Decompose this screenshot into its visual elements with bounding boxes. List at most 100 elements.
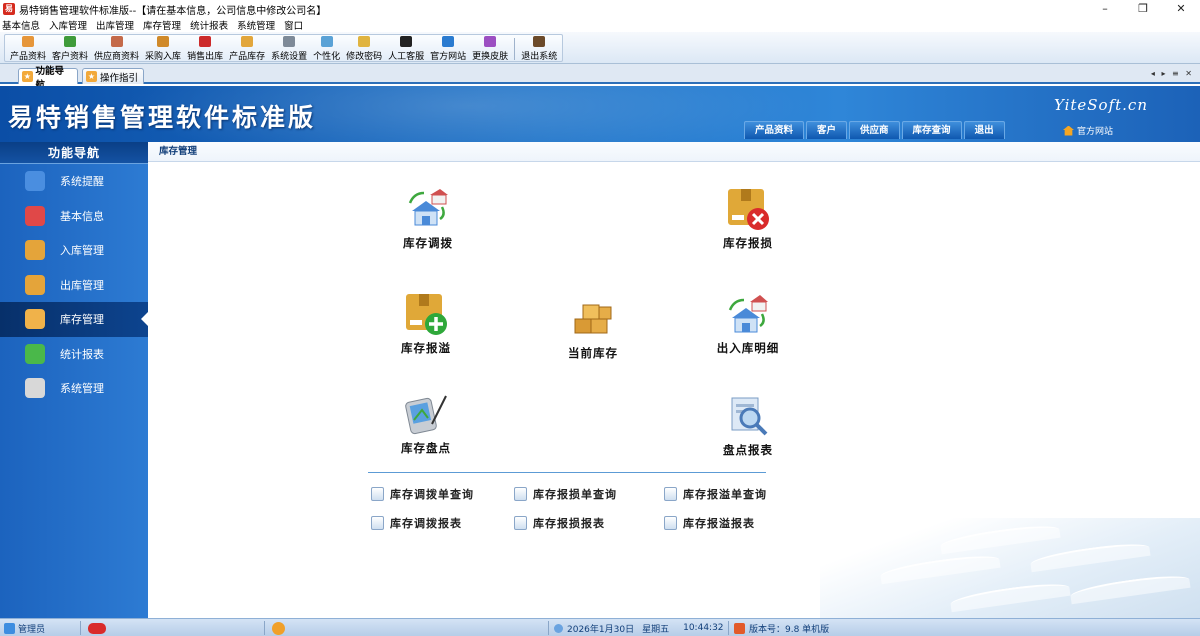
toolbar-button[interactable]: 修改密码: [343, 35, 385, 62]
toolbar-label: 客户资料: [52, 52, 89, 62]
toolbar-button[interactable]: 产品库存: [226, 35, 268, 62]
tab-function-nav[interactable]: ★ 功能导航: [18, 66, 78, 91]
toolbar-button[interactable]: 销售出库: [184, 35, 226, 62]
toolbar-button[interactable]: 官方网站: [427, 35, 469, 62]
document-icon: [371, 487, 384, 501]
link-label: 库存报溢单查询: [683, 488, 767, 501]
link-label: 库存调拨报表: [390, 517, 462, 530]
toolbar-label: 产品库存: [229, 52, 266, 62]
sidebar-item-label: 出库管理: [60, 278, 104, 292]
support-icon: [272, 621, 285, 635]
toolbar-icon: [22, 36, 34, 47]
toolbar-button[interactable]: 人工客服: [385, 35, 427, 62]
toolbar-button[interactable]: 更换皮肤: [469, 35, 511, 62]
minimize-button[interactable]: –: [1086, 0, 1124, 18]
report-icon: [664, 516, 677, 530]
sidebar-item-icon: [25, 171, 45, 192]
sidebar-item[interactable]: 入库管理: [0, 233, 148, 268]
toolbar-label: 采购入库: [145, 52, 182, 62]
tab-strip: ★ 功能导航 ★ 操作指引 ◂ ▸ ≡ ✕: [0, 64, 1200, 91]
menu-window[interactable]: 窗口: [284, 18, 303, 32]
func-stock-overflow[interactable]: 库存报溢: [376, 292, 476, 356]
status-datetime: 2026年1月30日 星期五 10:44:32: [554, 621, 724, 635]
sidebar-item-icon: [25, 343, 45, 364]
header-banner: 易特销售管理软件标准版 YiteSoft.cn 产品资料 客户 供应商 库存查询…: [0, 86, 1200, 142]
tab-icon: ★: [22, 71, 33, 82]
toolbar-icon: [283, 36, 296, 47]
boxes-stack-icon: [571, 297, 615, 341]
func-label: 库存盘点: [401, 441, 451, 455]
link-loss-query[interactable]: 库存报损单查询: [514, 486, 617, 502]
menu-basic-info[interactable]: 基本信息: [2, 18, 40, 32]
menu-inventory[interactable]: 库存管理: [143, 18, 181, 32]
toolbar-button[interactable]: 个性化: [310, 35, 343, 62]
status-user: 管理员: [4, 621, 45, 635]
sidebar-item-label: 统计报表: [60, 347, 104, 361]
func-current-stock[interactable]: 当前库存: [543, 297, 643, 361]
sidebar-item-icon: [25, 378, 45, 399]
toolbar-icon: [64, 36, 77, 47]
toolbar-label: 修改密码: [346, 52, 383, 62]
toolbar-button[interactable]: 采购入库: [142, 35, 184, 62]
func-inout-detail[interactable]: 出入库明细: [698, 292, 798, 356]
window-titlebar: 易 易特销售管理软件标准版--【请在基本信息，公司信息中修改公司名】 – ❐ ✕: [0, 0, 1200, 18]
sidebar-item[interactable]: 系统管理: [0, 371, 148, 406]
toolbar-button[interactable]: 供应商资料: [91, 35, 142, 62]
func-stock-check[interactable]: 库存盘点: [376, 392, 476, 456]
func-label: 库存报溢: [401, 341, 451, 355]
toolbar-icon: [358, 36, 371, 47]
link-transfer-report[interactable]: 库存调拨报表: [371, 515, 462, 531]
sidebar-item[interactable]: 库存管理: [0, 302, 148, 337]
menu-bar: 基本信息 入库管理 出库管理 库存管理 统计报表 系统管理 窗口: [0, 18, 1200, 32]
quick-nav-suppliers[interactable]: 供应商: [849, 121, 900, 139]
func-check-report[interactable]: 盘点报表: [698, 394, 798, 458]
tab-scroll-controls[interactable]: ◂ ▸ ≡ ✕: [1151, 69, 1194, 78]
quick-nav: 产品资料 客户 供应商 库存查询 退出: [744, 121, 1007, 139]
sidebar-item[interactable]: 统计报表: [0, 337, 148, 372]
quick-nav-stock-query[interactable]: 库存查询: [901, 121, 962, 139]
vip-icon: [88, 622, 106, 634]
sidebar-item[interactable]: 基本信息: [0, 199, 148, 234]
link-overflow-report[interactable]: 库存报溢报表: [664, 515, 755, 531]
menu-system[interactable]: 系统管理: [237, 18, 275, 32]
restore-button[interactable]: ❐: [1124, 0, 1162, 18]
toolbar-group: 产品资料 客户资料 供应商资料 采购入库 销售出库 产品库存 系统设置 个性化 修改密码 人工客服…: [4, 34, 564, 62]
vip-badge[interactable]: [88, 621, 106, 635]
clock-icon: [554, 623, 563, 633]
support-badge[interactable]: [272, 621, 285, 635]
link-loss-report[interactable]: 库存报损报表: [514, 515, 605, 531]
link-overflow-query[interactable]: 库存报溢单查询: [664, 486, 767, 502]
tab-guide[interactable]: ★ 操作指引: [82, 68, 144, 84]
main-panel: 库存管理 库存调拨 库存报损 库存报溢 当前库存 出入库明细 库存盘点 盘点报表…: [148, 142, 1200, 618]
close-button[interactable]: ✕: [1162, 0, 1200, 18]
link-transfer-query[interactable]: 库存调拨单查询: [371, 486, 474, 502]
sidebar-items: 系统提醒 基本信息 入库管理出库管理库存管理统计报表系统管理: [0, 164, 148, 406]
quick-nav-exit[interactable]: 退出: [963, 121, 1005, 139]
toolbar-label: 个性化: [313, 52, 341, 62]
menu-stock-in[interactable]: 入库管理: [49, 18, 87, 32]
toolbar-button[interactable]: 产品资料: [7, 35, 49, 62]
toolbar-button[interactable]: 系统设置: [268, 35, 310, 62]
sidebar-item[interactable]: 系统提醒: [0, 164, 148, 199]
sidebar-item[interactable]: 出库管理: [0, 268, 148, 303]
sidebar-item-icon: [25, 274, 45, 295]
toolbar-button[interactable]: 退出系统: [518, 35, 560, 62]
sidebar-item-icon: [25, 309, 45, 330]
menu-reports[interactable]: 统计报表: [190, 18, 228, 32]
quick-nav-products[interactable]: 产品资料: [744, 121, 805, 139]
toolbar-icon: [199, 36, 212, 47]
func-stock-transfer[interactable]: 库存调拨: [378, 187, 478, 251]
toolbar-label: 系统设置: [271, 52, 308, 62]
box-remove-icon: [726, 187, 770, 231]
document-icon: [514, 487, 527, 501]
official-site-link[interactable]: 官方网站: [1063, 124, 1113, 137]
menu-stock-out[interactable]: 出库管理: [96, 18, 134, 32]
window-title: 易特销售管理软件标准版--【请在基本信息，公司信息中修改公司名】: [19, 5, 327, 17]
sidebar-item-icon: [25, 205, 45, 226]
toolbar-button[interactable]: 客户资料: [49, 35, 91, 62]
link-label: 库存调拨单查询: [390, 488, 474, 501]
sidebar: 功能导航 系统提醒 基本信息 入库管理 出库管理 库存管理 统计报表 系统管理: [0, 142, 148, 618]
func-stock-loss[interactable]: 库存报损: [698, 187, 798, 251]
toolbar-icon: [533, 36, 546, 47]
quick-nav-customers[interactable]: 客户: [806, 121, 848, 139]
